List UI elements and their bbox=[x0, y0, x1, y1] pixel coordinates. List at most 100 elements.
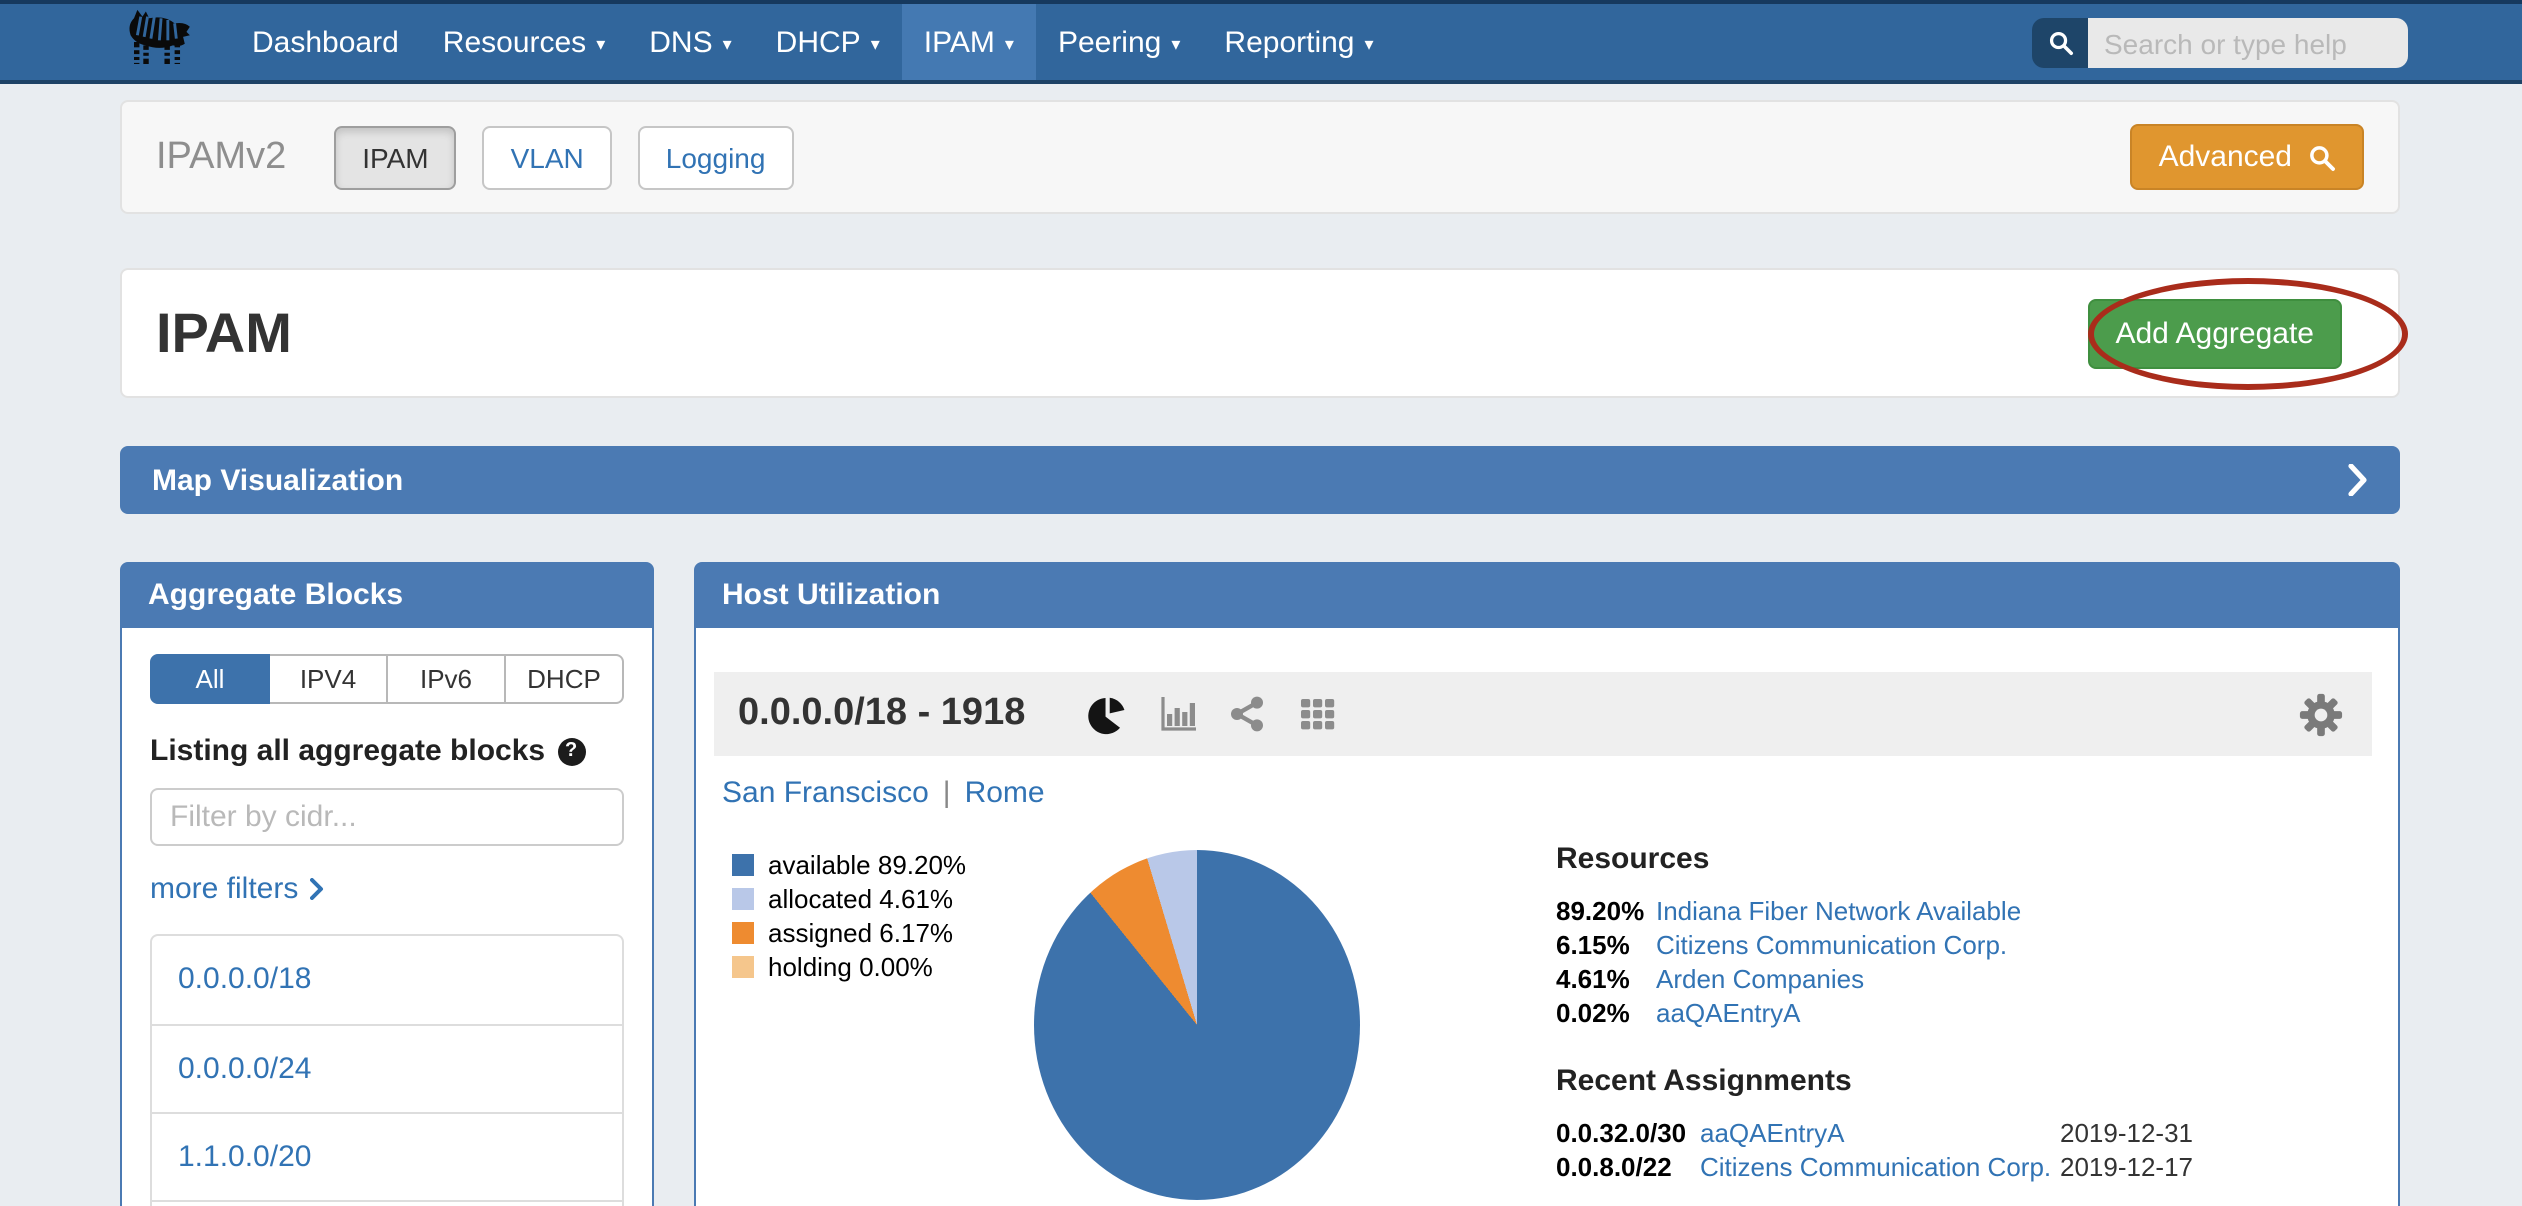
assignment-date: 2019-12-17 bbox=[2060, 1150, 2376, 1184]
resource-row: 89.20% Indiana Fiber Network Available bbox=[1556, 894, 2376, 928]
resource-link[interactable]: Arden Companies bbox=[1656, 962, 2376, 996]
legend-swatch bbox=[732, 888, 754, 910]
aggregate-blocks-title: Aggregate Blocks bbox=[148, 578, 403, 612]
assignment-cidr: 0.0.32.0/30 bbox=[1556, 1116, 1700, 1150]
list-item[interactable]: 0.0.0.0/24 bbox=[152, 1024, 622, 1112]
tab-ipam[interactable]: IPAM bbox=[334, 125, 456, 189]
add-aggregate-button[interactable]: Add Aggregate bbox=[2087, 298, 2342, 368]
advanced-label: Advanced bbox=[2159, 140, 2292, 174]
legend-swatch bbox=[732, 956, 754, 978]
pie-chart-view-button[interactable] bbox=[1085, 693, 1127, 735]
location-links: San Franscisco | Rome bbox=[722, 776, 1045, 810]
bar-chart-view-button[interactable] bbox=[1157, 694, 1197, 734]
caret-down-icon: ▾ bbox=[1005, 31, 1014, 53]
help-question-icon[interactable]: ? bbox=[557, 737, 585, 765]
assignment-link[interactable]: aaQAEntryA bbox=[1700, 1116, 2060, 1150]
nav-label: DNS bbox=[649, 25, 712, 59]
assignment-link[interactable]: Citizens Communication Corp. bbox=[1700, 1150, 2060, 1184]
legend-item: available 89.20% bbox=[732, 848, 966, 882]
resource-link[interactable]: aaQAEntryA bbox=[1656, 996, 2376, 1030]
resource-row: 6.15% Citizens Communication Corp. bbox=[1556, 928, 2376, 962]
nav-label: DHCP bbox=[776, 25, 861, 59]
share-icon bbox=[1227, 694, 1267, 734]
location-link-san-franscisco[interactable]: San Franscisco bbox=[722, 776, 929, 810]
legend-label: allocated 4.61% bbox=[768, 882, 953, 916]
grid-view-button[interactable] bbox=[1297, 694, 1337, 734]
tab-logging[interactable]: Logging bbox=[638, 125, 794, 189]
app-viewport: Dashboard Resources ▾ DNS ▾ DHCP ▾ IPAM … bbox=[0, 0, 2522, 1206]
list-item[interactable]: 0.0.0.0/18 bbox=[152, 936, 622, 1024]
location-link-rome[interactable]: Rome bbox=[965, 776, 1045, 810]
map-visualization-bar[interactable]: Map Visualization bbox=[120, 446, 2400, 514]
tab-vlan[interactable]: VLAN bbox=[483, 125, 612, 189]
caret-down-icon: ▾ bbox=[723, 31, 732, 53]
recent-assignments-title: Recent Assignments bbox=[1556, 1064, 2376, 1098]
map-visualization-title: Map Visualization bbox=[152, 463, 403, 497]
filter-dhcp[interactable]: DHCP bbox=[506, 654, 624, 704]
resource-row: 4.61% Arden Companies bbox=[1556, 962, 2376, 996]
advanced-search-button[interactable]: Advanced bbox=[2131, 124, 2364, 190]
list-item[interactable]: 1.1.0.0/20 bbox=[152, 1112, 622, 1200]
pie-chart-icon bbox=[1085, 693, 1127, 735]
nav-item-dashboard[interactable]: Dashboard bbox=[230, 4, 421, 80]
nav-label: Reporting bbox=[1224, 25, 1354, 59]
resource-link[interactable]: Indiana Fiber Network Available bbox=[1656, 894, 2376, 928]
more-filters-label: more filters bbox=[150, 872, 298, 906]
search-icon bbox=[2308, 143, 2336, 171]
filter-ipv6[interactable]: IPv6 bbox=[388, 654, 506, 704]
ipamv2-brand: IPAMv2 bbox=[156, 135, 286, 179]
aggregate-blocks-panel: Aggregate Blocks All IPV4 IPv6 DHCP List… bbox=[120, 562, 654, 1206]
legend-swatch bbox=[732, 922, 754, 944]
block-type-filter: All IPV4 IPv6 DHCP bbox=[150, 654, 624, 704]
aggregate-block-list: 0.0.0.0/18 0.0.0.0/24 1.1.0.0/20 1.1.0.0… bbox=[150, 934, 624, 1206]
search-button[interactable] bbox=[2032, 18, 2088, 68]
host-utilization-header: Host Utilization bbox=[694, 562, 2400, 628]
chevron-right-icon bbox=[310, 878, 324, 900]
nav-item-ipam[interactable]: IPAM ▾ bbox=[902, 4, 1036, 80]
assignment-cidr: 0.0.8.0/22 bbox=[1556, 1150, 1700, 1184]
nav-item-peering[interactable]: Peering ▾ bbox=[1036, 4, 1202, 80]
resource-percent: 4.61% bbox=[1556, 962, 1656, 996]
resource-link[interactable]: Citizens Communication Corp. bbox=[1656, 928, 2376, 962]
location-separator: | bbox=[943, 776, 951, 810]
cidr-filter-input[interactable] bbox=[150, 788, 624, 846]
filter-all[interactable]: All bbox=[150, 654, 270, 704]
nav-item-dhcp[interactable]: DHCP ▾ bbox=[754, 4, 902, 80]
bar-chart-icon bbox=[1157, 694, 1197, 734]
legend-item: holding 0.00% bbox=[732, 950, 966, 984]
nav-item-reporting[interactable]: Reporting ▾ bbox=[1202, 4, 1395, 80]
view-toggle-icons bbox=[1085, 693, 1337, 735]
host-utilization-body: 0.0.0.0/18 - 1918 bbox=[694, 628, 2400, 1206]
nav-label: Dashboard bbox=[252, 25, 399, 59]
resource-percent: 6.15% bbox=[1556, 928, 1656, 962]
search-icon bbox=[2047, 30, 2073, 56]
legend-item: assigned 6.17% bbox=[732, 916, 966, 950]
zebra-icon bbox=[112, 6, 200, 78]
caret-down-icon: ▾ bbox=[1365, 31, 1374, 53]
aggregate-blocks-header: Aggregate Blocks bbox=[120, 562, 654, 628]
chevron-right-icon bbox=[2348, 464, 2368, 496]
caret-down-icon: ▾ bbox=[1171, 31, 1180, 53]
assignment-row: 0.0.8.0/22 Citizens Communication Corp. … bbox=[1556, 1150, 2376, 1184]
ipam-header-card: IPAM Add Aggregate bbox=[120, 268, 2400, 398]
more-filters-link[interactable]: more filters bbox=[150, 872, 324, 906]
caret-down-icon: ▾ bbox=[596, 31, 605, 53]
legend-label: assigned 6.17% bbox=[768, 916, 953, 950]
resources-title: Resources bbox=[1556, 842, 2376, 876]
caret-down-icon: ▾ bbox=[871, 31, 880, 53]
resource-row: 0.02% aaQAEntryA bbox=[1556, 996, 2376, 1030]
zebra-logo bbox=[112, 4, 206, 80]
assignment-row: 0.0.32.0/30 aaQAEntryA 2019-12-31 bbox=[1556, 1116, 2376, 1150]
settings-button[interactable] bbox=[2298, 691, 2344, 737]
utilization-pie-chart[interactable] bbox=[1034, 850, 1360, 1200]
grid-icon bbox=[1297, 694, 1337, 734]
nav-item-resources[interactable]: Resources ▾ bbox=[421, 4, 627, 80]
nav-item-dns[interactable]: DNS ▾ bbox=[627, 4, 753, 80]
share-view-button[interactable] bbox=[1227, 694, 1267, 734]
search-input[interactable] bbox=[2088, 18, 2408, 68]
legend-label: available 89.20% bbox=[768, 848, 966, 882]
host-utilization-panel: Host Utilization 0.0.0.0/18 - 1918 bbox=[694, 562, 2400, 1206]
filter-ipv4[interactable]: IPV4 bbox=[270, 654, 388, 704]
nav-label: Peering bbox=[1058, 25, 1161, 59]
page-title: IPAM bbox=[156, 301, 292, 365]
